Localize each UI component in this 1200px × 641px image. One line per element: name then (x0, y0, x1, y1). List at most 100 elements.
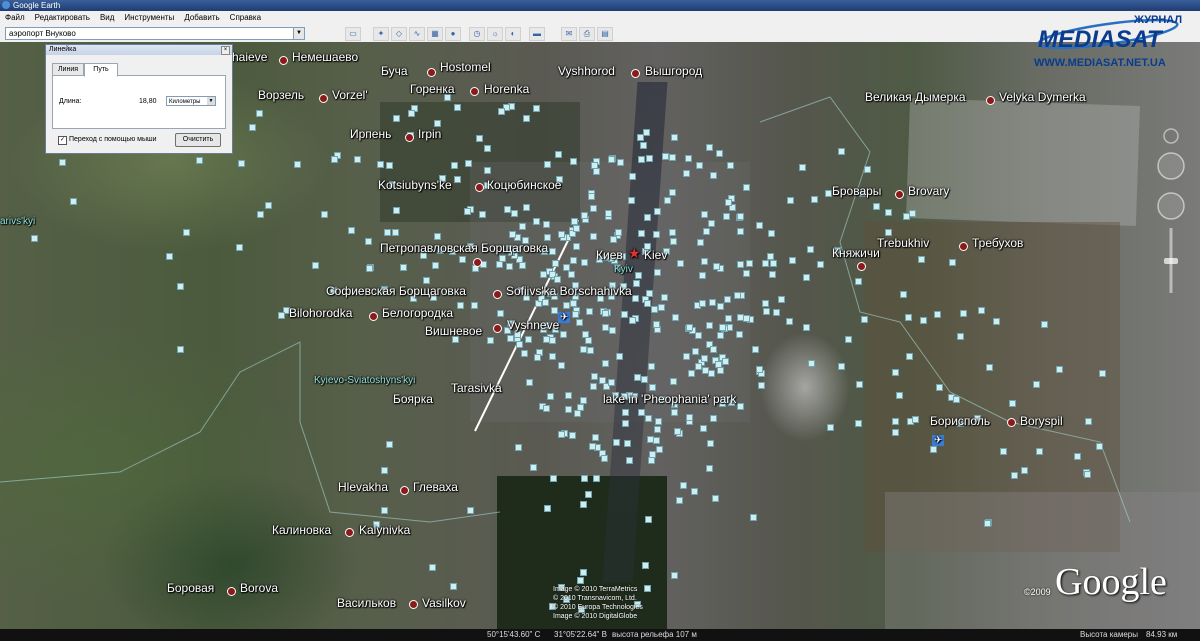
photo-marker-icon[interactable] (506, 263, 513, 270)
photo-marker-icon[interactable] (807, 246, 814, 253)
photo-marker-icon[interactable] (381, 507, 388, 514)
photo-marker-icon[interactable] (653, 321, 660, 328)
photo-marker-icon[interactable] (602, 360, 609, 367)
photo-marker-icon[interactable] (677, 260, 684, 267)
photo-marker-icon[interactable] (434, 120, 441, 127)
photo-marker-icon[interactable] (605, 210, 612, 217)
photo-marker-icon[interactable] (593, 475, 600, 482)
photo-marker-icon[interactable] (662, 153, 669, 160)
photo-marker-icon[interactable] (936, 384, 943, 391)
photo-marker-icon[interactable] (993, 318, 1000, 325)
photo-marker-icon[interactable] (896, 392, 903, 399)
photo-marker-icon[interactable] (1096, 443, 1103, 450)
photo-marker-icon[interactable] (734, 292, 741, 299)
place-dot[interactable] (227, 587, 236, 596)
photo-marker-icon[interactable] (706, 322, 713, 329)
photo-marker-icon[interactable] (534, 354, 541, 361)
photo-marker-icon[interactable] (366, 265, 373, 272)
photo-marker-icon[interactable] (786, 318, 793, 325)
photo-marker-icon[interactable] (644, 214, 651, 221)
clear-button[interactable]: Очистить (175, 133, 221, 147)
photo-marker-icon[interactable] (656, 446, 663, 453)
photo-marker-icon[interactable] (646, 290, 653, 297)
photo-marker-icon[interactable] (386, 162, 393, 169)
photo-marker-icon[interactable] (654, 208, 661, 215)
photo-marker-icon[interactable] (702, 367, 709, 374)
photo-marker-icon[interactable] (609, 327, 616, 334)
photo-marker-icon[interactable] (752, 346, 759, 353)
photo-marker-icon[interactable] (591, 373, 598, 380)
photo-marker-icon[interactable] (580, 501, 587, 508)
photo-marker-icon[interactable] (400, 264, 407, 271)
photo-marker-icon[interactable] (563, 264, 570, 271)
menu-view[interactable]: Вид (95, 11, 119, 25)
photo-marker-icon[interactable] (710, 346, 717, 353)
photo-marker-icon[interactable] (616, 353, 623, 360)
photo-marker-icon[interactable] (986, 364, 993, 371)
photo-marker-icon[interactable] (762, 300, 769, 307)
photo-marker-icon[interactable] (602, 324, 609, 331)
photo-marker-icon[interactable] (769, 271, 776, 278)
photo-marker-icon[interactable] (549, 248, 556, 255)
photo-marker-icon[interactable] (692, 348, 699, 355)
photo-marker-icon[interactable] (767, 253, 774, 260)
place-dot[interactable] (475, 183, 484, 192)
place-dot[interactable] (631, 69, 640, 78)
photo-marker-icon[interactable] (450, 583, 457, 590)
photo-marker-icon[interactable] (386, 441, 393, 448)
photo-marker-icon[interactable] (558, 362, 565, 369)
photo-marker-icon[interactable] (608, 156, 615, 163)
photo-marker-icon[interactable] (892, 429, 899, 436)
photo-marker-icon[interactable] (864, 166, 871, 173)
photo-marker-icon[interactable] (560, 331, 567, 338)
photo-marker-icon[interactable] (703, 228, 710, 235)
photo-marker-icon[interactable] (476, 135, 483, 142)
airport-icon[interactable]: ✈ (558, 312, 571, 323)
photo-marker-icon[interactable] (509, 231, 516, 238)
photo-marker-icon[interactable] (789, 257, 796, 264)
photo-marker-icon[interactable] (544, 505, 551, 512)
photo-marker-icon[interactable] (571, 218, 578, 225)
photo-marker-icon[interactable] (903, 213, 910, 220)
photo-marker-icon[interactable] (592, 434, 599, 441)
photo-marker-icon[interactable] (497, 310, 504, 317)
photo-marker-icon[interactable] (669, 154, 676, 161)
photo-marker-icon[interactable] (930, 446, 937, 453)
photo-marker-icon[interactable] (725, 199, 732, 206)
photo-marker-icon[interactable] (238, 160, 245, 167)
navigation-controls[interactable] (1147, 128, 1195, 298)
photo-marker-icon[interactable] (918, 256, 925, 263)
photo-marker-icon[interactable] (354, 156, 361, 163)
photo-marker-icon[interactable] (588, 193, 595, 200)
photo-marker-icon[interactable] (585, 491, 592, 498)
photo-marker-icon[interactable] (773, 309, 780, 316)
photo-marker-icon[interactable] (166, 253, 173, 260)
photo-marker-icon[interactable] (331, 156, 338, 163)
airport-icon[interactable]: ✈ (932, 435, 945, 446)
photo-marker-icon[interactable] (507, 335, 514, 342)
photo-marker-icon[interactable] (635, 272, 642, 279)
photo-marker-icon[interactable] (278, 312, 285, 319)
photo-marker-icon[interactable] (709, 299, 716, 306)
photo-marker-icon[interactable] (838, 148, 845, 155)
photo-marker-icon[interactable] (799, 164, 806, 171)
photo-marker-icon[interactable] (669, 189, 676, 196)
photo-marker-icon[interactable] (348, 227, 355, 234)
photo-marker-icon[interactable] (587, 347, 594, 354)
photo-marker-icon[interactable] (514, 331, 521, 338)
photo-marker-icon[interactable] (408, 110, 415, 117)
photo-marker-icon[interactable] (873, 203, 880, 210)
photo-marker-icon[interactable] (671, 134, 678, 141)
photo-marker-icon[interactable] (763, 308, 770, 315)
photo-marker-icon[interactable] (471, 302, 478, 309)
photo-marker-icon[interactable] (393, 115, 400, 122)
photo-marker-icon[interactable] (542, 299, 549, 306)
photo-marker-icon[interactable] (622, 420, 629, 427)
place-dot[interactable] (895, 190, 904, 199)
photo-marker-icon[interactable] (590, 205, 597, 212)
photo-marker-icon[interactable] (642, 562, 649, 569)
photo-marker-icon[interactable] (700, 425, 707, 432)
photo-marker-icon[interactable] (855, 278, 862, 285)
photo-marker-icon[interactable] (177, 283, 184, 290)
photo-marker-icon[interactable] (909, 210, 916, 217)
